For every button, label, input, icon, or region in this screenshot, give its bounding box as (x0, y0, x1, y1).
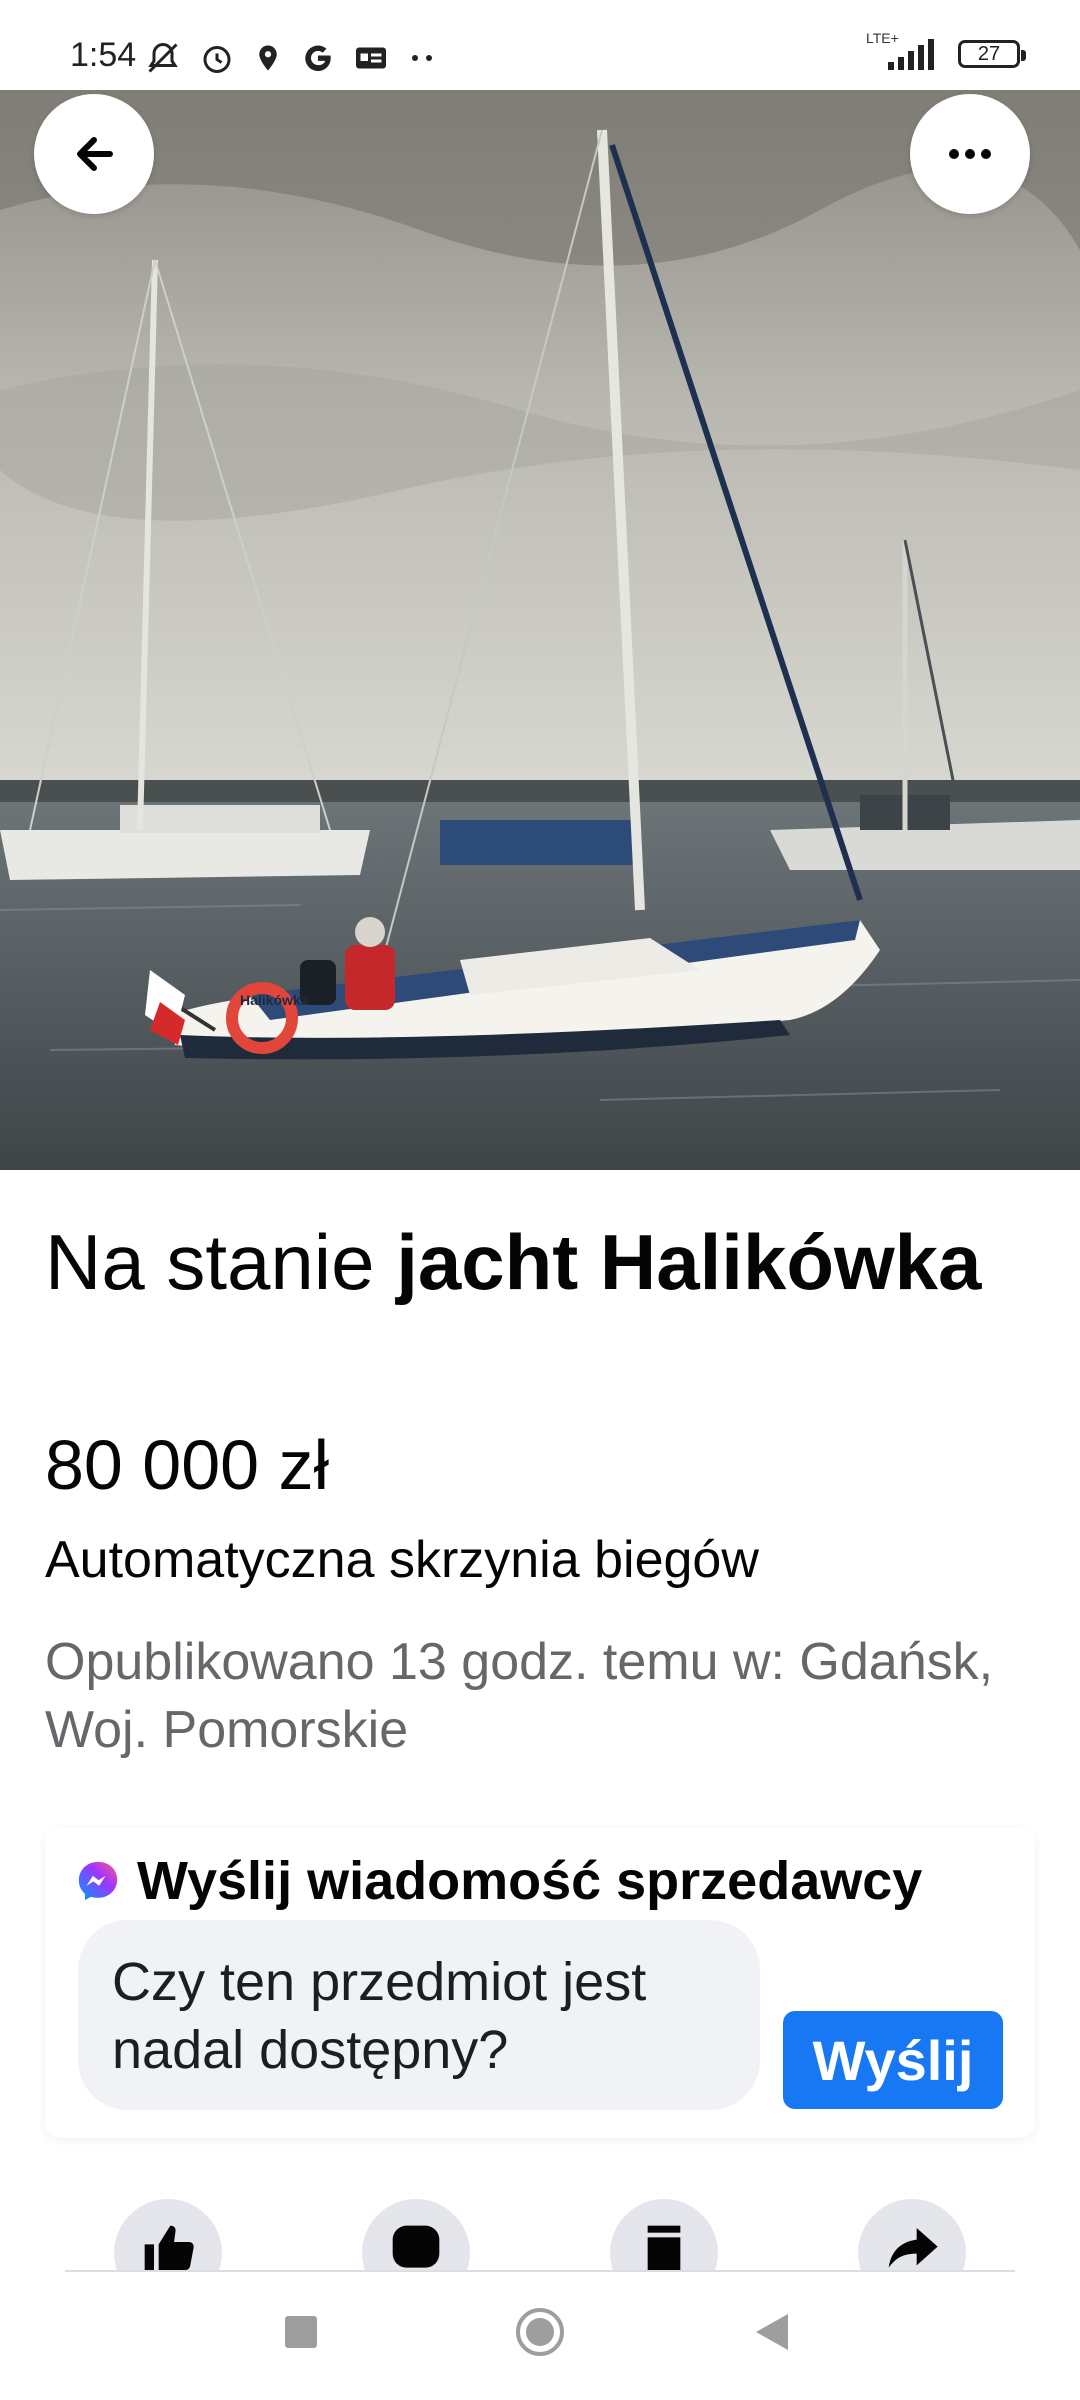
listing-price: 80 000 zł (45, 1426, 330, 1504)
listing-subtitle: Automatyczna skrzynia biegów (45, 1531, 759, 1589)
navigation-bar (0, 2272, 1080, 2400)
share-icon (888, 2228, 938, 2268)
status-time: 1:54 (70, 36, 137, 74)
signal-icon: LTE+ (866, 30, 942, 72)
listing-title-prefix: Na stanie (45, 1218, 397, 1306)
back-button[interactable] (34, 94, 154, 214)
message-button[interactable] (362, 2199, 470, 2271)
like-button[interactable] (114, 2199, 222, 2271)
google-icon (305, 45, 331, 72)
square-icon (285, 2316, 317, 2348)
bookmark-icon (647, 2225, 681, 2271)
thumbs-up-icon (144, 2225, 194, 2271)
circle-icon (516, 2308, 564, 2356)
save-button[interactable] (610, 2199, 718, 2271)
status-bar: 1:54 LTE+ 27 (0, 0, 1080, 90)
more-horizontal-icon (949, 149, 991, 159)
network-type: LTE+ (866, 30, 899, 46)
action-row (0, 2195, 1080, 2271)
sailboat-photo: Halikówka (0, 90, 1080, 1170)
location-icon (259, 45, 277, 71)
listing-photo[interactable]: Halikówka (0, 90, 1080, 1170)
battery-level: 27 (977, 42, 1001, 65)
more-options-button[interactable] (910, 94, 1030, 214)
home-button[interactable] (514, 2306, 566, 2363)
back-nav-button[interactable] (754, 2312, 790, 2357)
message-seller-header: Wyślij wiadomość sprzedawcy (75, 1850, 922, 1912)
message-seller-card: Wyślij wiadomość sprzedawcy Czy ten prze… (45, 1828, 1035, 2138)
mute-bell-icon (148, 42, 178, 73)
boat-name: Halikówka (240, 992, 309, 1008)
listing-title: Na stanie jacht Halikówka (45, 1208, 1045, 1316)
listing-posted-info: Opublikowano 13 godz. temu w: Gdańsk, Wo… (45, 1633, 994, 1759)
alarm-icon (203, 46, 231, 73)
messenger-icon (78, 1861, 118, 1901)
more-notifications-icon (412, 55, 432, 61)
news-icon (356, 47, 386, 69)
battery-icon: 27 (958, 40, 1026, 68)
recent-apps-button[interactable] (283, 2314, 319, 2355)
listing-title-bold: jacht Halikówka (396, 1218, 982, 1306)
arrow-left-icon (77, 137, 113, 171)
message-input[interactable]: Czy ten przedmiot jest nadal dostępny? (78, 1920, 760, 2110)
triangle-left-icon (756, 2314, 788, 2350)
status-icons (145, 38, 437, 78)
share-button[interactable] (858, 2199, 966, 2271)
message-seller-title: Wyślij wiadomość sprzedawcy (137, 1851, 923, 1911)
message-icon (392, 2225, 440, 2268)
send-button[interactable]: Wyślij (783, 2011, 1003, 2109)
